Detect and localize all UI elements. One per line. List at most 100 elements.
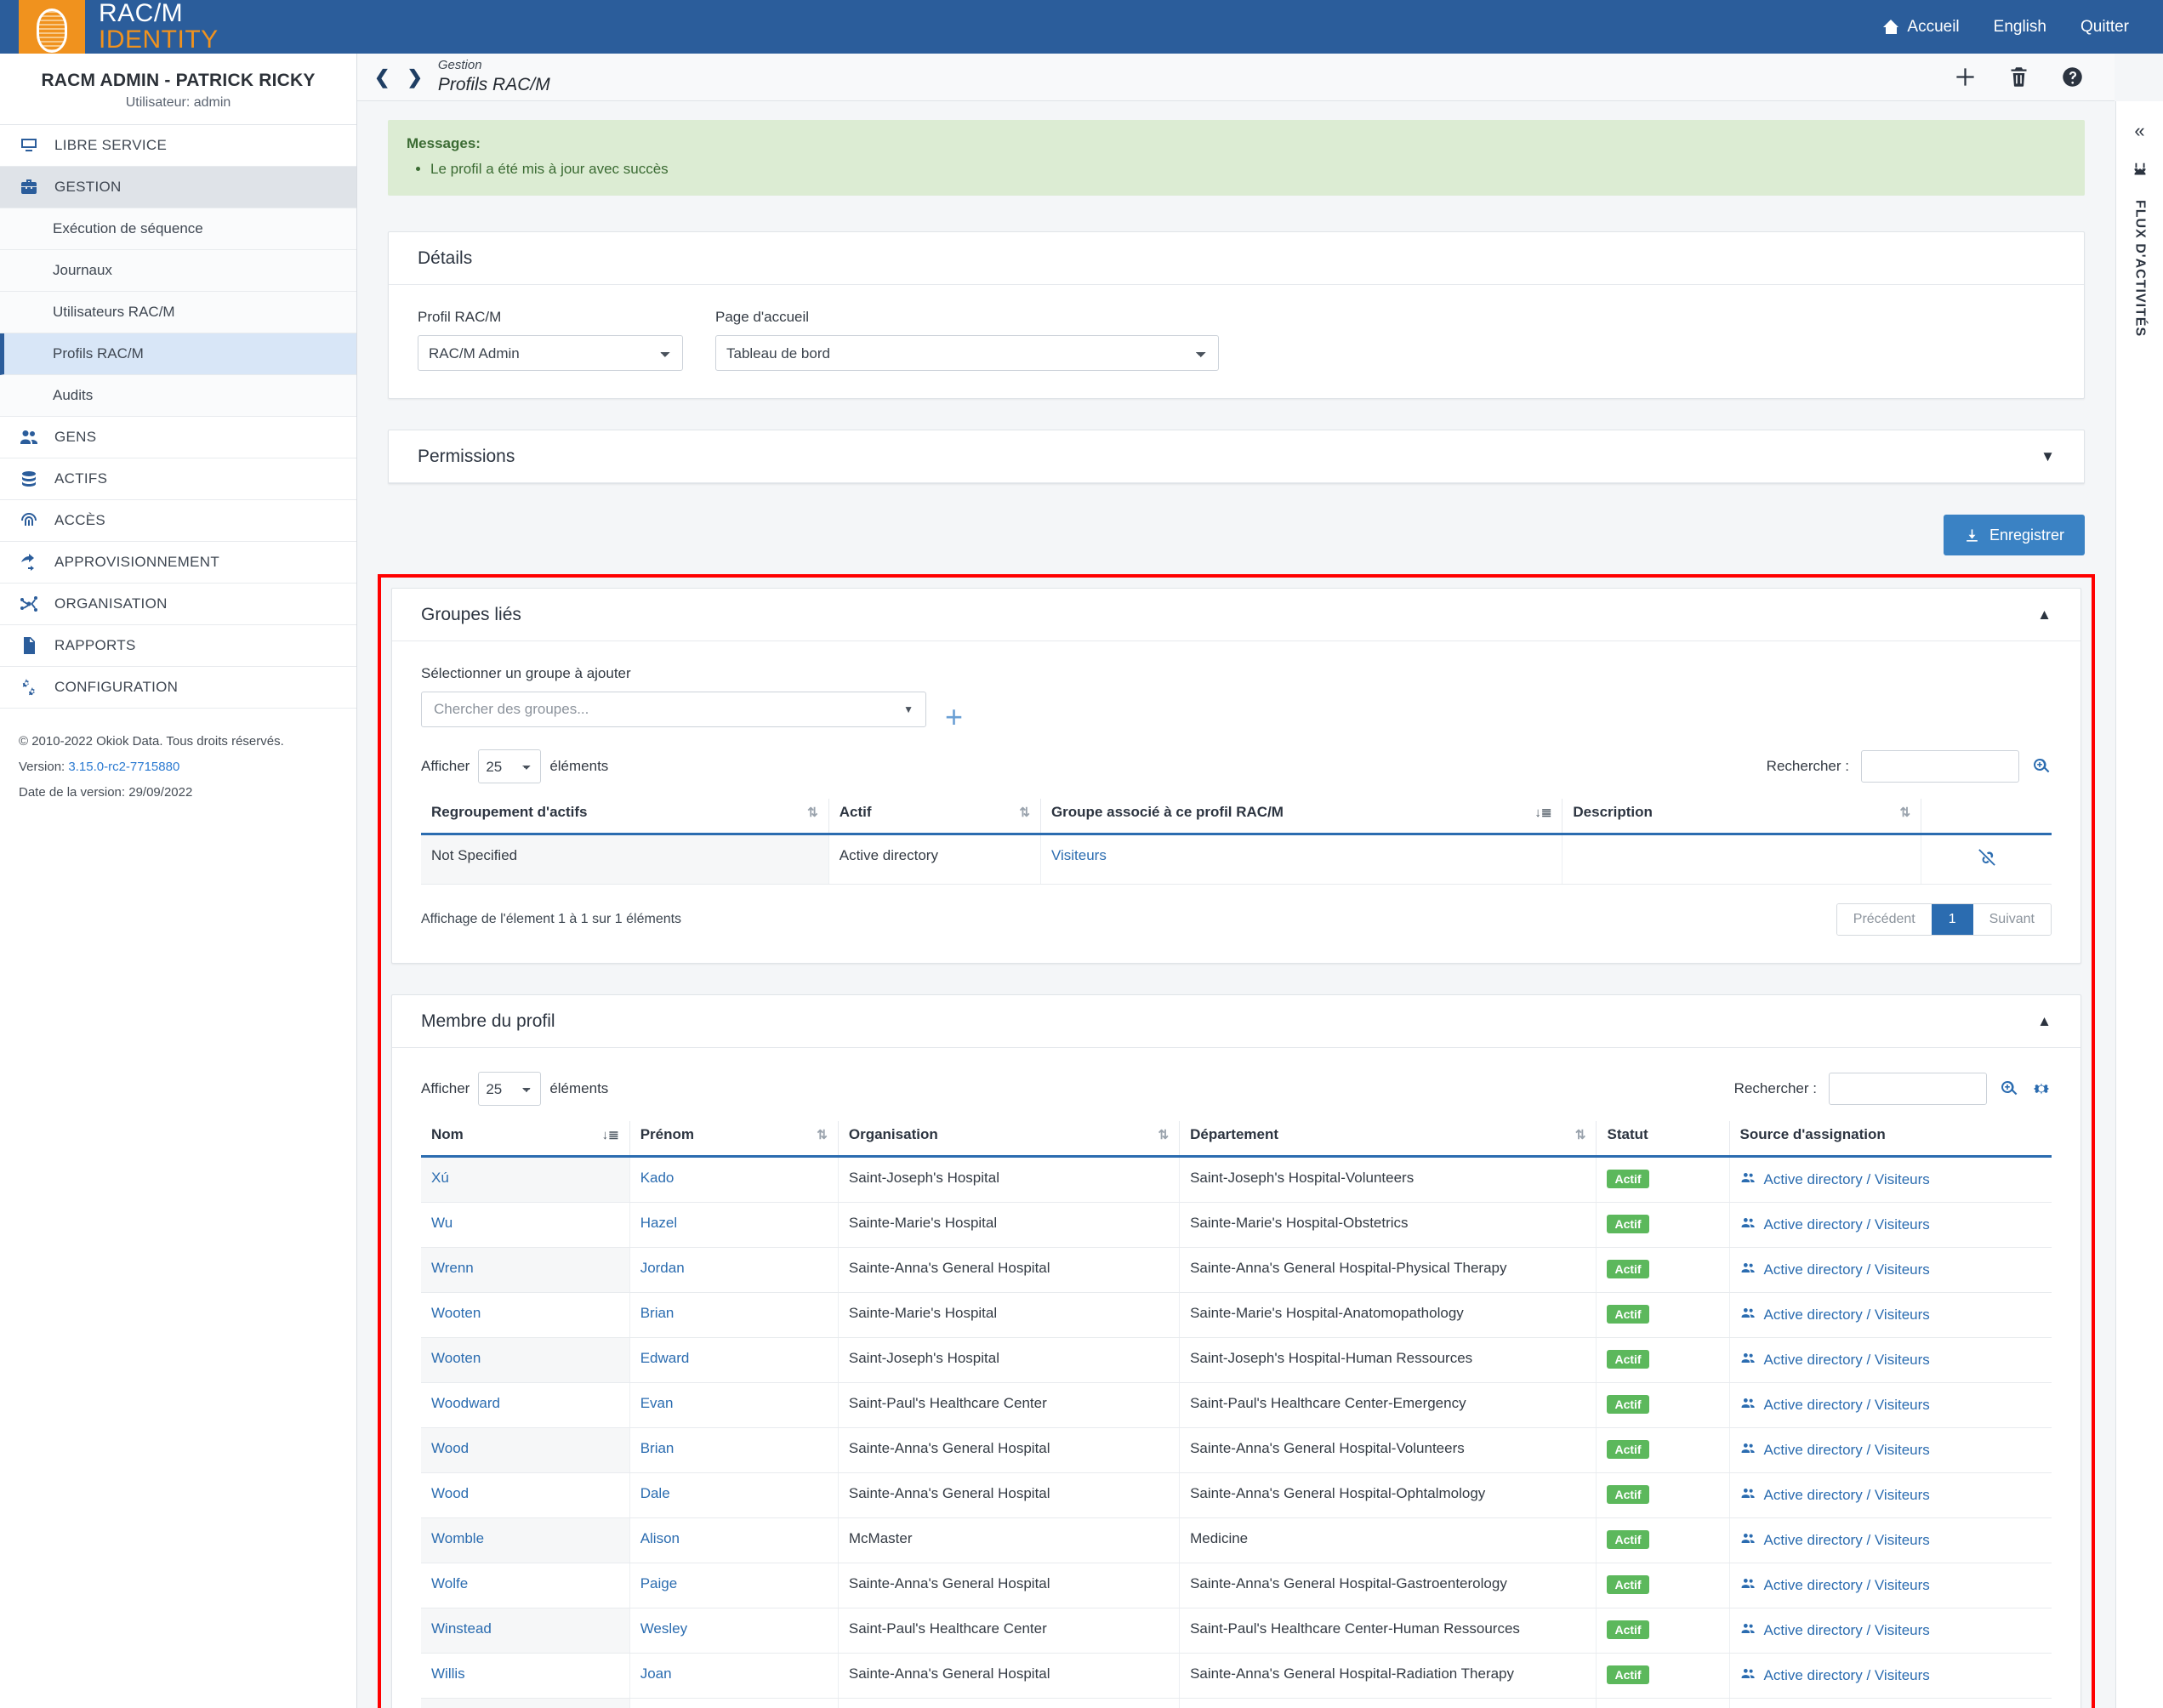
homepage-select[interactable]: Tableau de bord	[715, 335, 1219, 372]
member-name-link[interactable]: Wrenn	[431, 1260, 474, 1276]
member-name-link[interactable]: Woodward	[431, 1395, 500, 1411]
linked-groups-header[interactable]: Groupes liés ▲	[392, 589, 2080, 642]
search-plus-icon[interactable]	[2031, 756, 2052, 777]
member-name-link[interactable]: Wooten	[431, 1350, 481, 1366]
lg-col-regroupement[interactable]: Regroupement d'actifs ⇅	[421, 799, 829, 836]
gear-icon[interactable]	[2031, 1079, 2052, 1099]
chevron-up-icon[interactable]: ▲	[2037, 1013, 2052, 1030]
member-firstname-link[interactable]: Paige	[640, 1575, 677, 1591]
member-name-link[interactable]: Winstead	[431, 1620, 492, 1637]
pm-page-length-select[interactable]: 25	[478, 1072, 542, 1107]
sidebar-item-configuration[interactable]: CONFIGURATION	[0, 667, 356, 709]
chevron-down-icon[interactable]: ▼	[2041, 448, 2055, 465]
sidebar-item-acces[interactable]: ACCÈS	[0, 500, 356, 542]
nav-logout-link[interactable]: Quitter	[2080, 18, 2129, 37]
chevron-up-icon[interactable]: ▲	[2037, 606, 2052, 623]
chevron-down-icon[interactable]: ❯	[407, 67, 422, 87]
assignment-source-link[interactable]: Active directory / Visiteurs	[1764, 1216, 1930, 1233]
lg-search-input[interactable]	[1861, 750, 2019, 783]
lg-prev-page-button[interactable]: Précédent	[1836, 904, 1932, 936]
assignment-source-link[interactable]: Active directory / Visiteurs	[1764, 1442, 1930, 1459]
member-firstname-link[interactable]: Kado	[640, 1170, 675, 1186]
member-firstname-link[interactable]: Joan	[640, 1665, 672, 1682]
member-name-link[interactable]: Wu	[431, 1215, 453, 1231]
add-icon[interactable]	[1954, 65, 1977, 88]
member-name-link[interactable]: Womble	[431, 1530, 484, 1546]
member-firstname-link[interactable]: Dale	[640, 1485, 670, 1501]
group-link[interactable]: Visiteurs	[1051, 847, 1107, 863]
nav-home-link[interactable]: Accueil	[1883, 18, 1960, 37]
lg-col-groupe[interactable]: Groupe associé à ce profil RAC/M ↓≣	[1040, 799, 1563, 836]
unlink-icon[interactable]	[1977, 847, 1997, 868]
sidebar-item-libre-service[interactable]: LIBRE SERVICE	[0, 125, 356, 167]
assignment-source-link[interactable]: Active directory / Visiteurs	[1764, 1667, 1930, 1684]
group-search-combobox[interactable]: Chercher des groupes... ▼	[421, 692, 926, 728]
lg-col-actif[interactable]: Actif ⇅	[828, 799, 1041, 836]
profile-select[interactable]: RAC/M Admin	[418, 335, 683, 372]
sidebar-item-actifs[interactable]: ACTIFS	[0, 458, 356, 500]
lg-col-description[interactable]: Description ⇅	[1562, 799, 1922, 836]
sidebar-item-approvisionnement[interactable]: APPROVISIONNEMENT	[0, 542, 356, 584]
member-name-link[interactable]: Willis	[431, 1665, 465, 1682]
member-name-link[interactable]: Wolfe	[431, 1575, 468, 1591]
pm-col-departement[interactable]: Département ⇅	[1179, 1121, 1597, 1159]
sidebar-item-gestion[interactable]: GESTION	[0, 167, 356, 208]
member-firstname-link[interactable]: Brian	[640, 1440, 675, 1456]
nav-language-link[interactable]: English	[1994, 18, 2046, 37]
member-name-link[interactable]: Xú	[431, 1170, 449, 1186]
assignment-source-link[interactable]: Active directory / Visiteurs	[1764, 1261, 1930, 1278]
chevron-left-icon[interactable]: ❮	[374, 67, 390, 87]
sidebar-item-gens[interactable]: GENS	[0, 417, 356, 458]
trash-icon[interactable]	[2007, 65, 2030, 88]
pm-col-statut[interactable]: Statut	[1596, 1121, 1730, 1159]
member-firstname-link[interactable]: Evan	[640, 1395, 674, 1411]
sidebar-item-execution-sequence[interactable]: Exécution de séquence	[0, 208, 356, 250]
assignment-source-link[interactable]: Active directory / Visiteurs	[1764, 1487, 1930, 1504]
permissions-card-header[interactable]: Permissions ▼	[389, 430, 2084, 484]
assignment-source-link[interactable]: Active directory / Visiteurs	[1764, 1352, 1930, 1369]
sidebar-item-rapports[interactable]: RAPPORTS	[0, 625, 356, 667]
lg-page-1-button[interactable]: 1	[1931, 904, 1973, 936]
profile-members-header[interactable]: Membre du profil ▲	[392, 995, 2080, 1049]
pm-search-input[interactable]	[1829, 1073, 1987, 1106]
pm-cell-departement: Sainte-Catherine's Hospital-Orthopedic a…	[1179, 1698, 1597, 1708]
breadcrumb-parent[interactable]: Gestion	[438, 58, 550, 74]
member-firstname-link[interactable]: Wesley	[640, 1620, 687, 1637]
sidebar-item-organisation[interactable]: ORGANISATION	[0, 584, 356, 625]
assignment-source-link[interactable]: Active directory / Visiteurs	[1764, 1532, 1930, 1549]
lg-page-length-select[interactable]: 25	[478, 749, 542, 784]
pm-col-source[interactable]: Source d'assignation	[1729, 1121, 2052, 1159]
assignment-source-link[interactable]: Active directory / Visiteurs	[1764, 1171, 1930, 1188]
save-button[interactable]: Enregistrer	[1943, 515, 2085, 556]
collapse-icon[interactable]: «	[2134, 120, 2144, 142]
pm-col-prenom[interactable]: Prénom ⇅	[629, 1121, 839, 1159]
pm-col-nom[interactable]: Nom ↓≣	[421, 1121, 630, 1159]
assignment-source-link[interactable]: Active directory / Visiteurs	[1764, 1397, 1930, 1414]
member-firstname-link[interactable]: Jordan	[640, 1260, 685, 1276]
member-firstname-link[interactable]: Edward	[640, 1350, 690, 1366]
sidebar-item-journaux[interactable]: Journaux	[0, 250, 356, 292]
sidebar-item-audits[interactable]: Audits	[0, 375, 356, 417]
permissions-card[interactable]: Permissions ▼	[388, 430, 2085, 485]
member-firstname-link[interactable]: Alison	[640, 1530, 680, 1546]
search-plus-icon[interactable]	[1999, 1079, 2019, 1099]
sidebar-item-profils-racm[interactable]: Profils RAC/M	[0, 333, 356, 375]
member-name-link[interactable]: Wood	[431, 1485, 469, 1501]
table-row: WhitfieldPeggySainte-Catherine's Hospita…	[421, 1698, 2052, 1708]
member-name-link[interactable]: Wooten	[431, 1305, 481, 1321]
assignment-source-link[interactable]: Active directory / Visiteurs	[1764, 1577, 1930, 1594]
member-firstname-link[interactable]: Brian	[640, 1305, 675, 1321]
sidebar-item-utilisateurs-racm[interactable]: Utilisateurs RAC/M	[0, 292, 356, 333]
assignment-source-link[interactable]: Active directory / Visiteurs	[1764, 1307, 1930, 1324]
pm-cell-nom: Wolfe	[421, 1563, 630, 1609]
member-firstname-link[interactable]: Hazel	[640, 1215, 677, 1231]
pm-col-organisation[interactable]: Organisation ⇅	[838, 1121, 1181, 1159]
assignment-source-link[interactable]: Active directory / Visiteurs	[1764, 1622, 1930, 1639]
help-icon[interactable]	[2061, 65, 2084, 88]
version-link[interactable]: 3.15.0-rc2-7715880	[68, 760, 179, 774]
member-name-link[interactable]: Wood	[431, 1440, 469, 1456]
pm-cell-statut: Actif	[1596, 1653, 1730, 1699]
pm-cell-departement: Sainte-Anna's General Hospital-Volunteer…	[1179, 1427, 1597, 1474]
add-group-button[interactable]: +	[945, 701, 963, 732]
lg-next-page-button[interactable]: Suivant	[1972, 904, 2051, 936]
